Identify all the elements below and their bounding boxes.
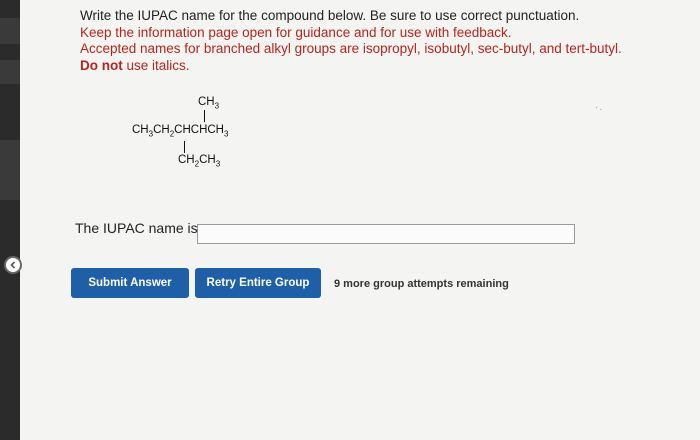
top-substituent: CH3 <box>198 96 220 111</box>
decorative-dots: ·. <box>595 102 604 113</box>
instruction-line: Accepted names for branched alkyl groups… <box>80 41 622 56</box>
instruction-line: Do not use italics. <box>80 58 680 75</box>
instruction-line: Write the IUPAC name for the compound be… <box>80 8 580 23</box>
answer-label: The IUPAC name is <box>75 220 198 236</box>
bond-line <box>184 141 185 153</box>
question-instructions: Write the IUPAC name for the compound be… <box>80 8 680 74</box>
iupac-name-input[interactable] <box>197 224 575 244</box>
collapse-panel-button[interactable] <box>4 256 22 274</box>
attempts-remaining-text: 9 more group attempts remaining <box>334 278 509 290</box>
instruction-text: use italics. <box>122 57 190 73</box>
bottom-substituent: CH2CH3 <box>178 154 221 169</box>
question-page: Write the IUPAC name for the compound be… <box>20 0 700 440</box>
bond-line <box>204 110 205 122</box>
left-edge-panel <box>0 0 20 440</box>
left-edge-tab <box>0 18 20 44</box>
submit-answer-button[interactable]: Submit Answer <box>71 268 189 298</box>
main-chain: CH3CH2CHCHCH3 <box>132 124 229 139</box>
instruction-line: Keep the information page open for guida… <box>80 24 512 40</box>
retry-entire-group-button[interactable]: Retry Entire Group <box>195 268 321 298</box>
chevron-left-icon <box>10 261 16 269</box>
condensed-structure: CH3 CH3CH2CHCHCH3 CH2CH3 <box>132 96 332 186</box>
instruction-emphasis: Do not <box>80 57 123 73</box>
left-edge-tab <box>0 60 20 84</box>
left-edge-tab <box>0 140 20 200</box>
